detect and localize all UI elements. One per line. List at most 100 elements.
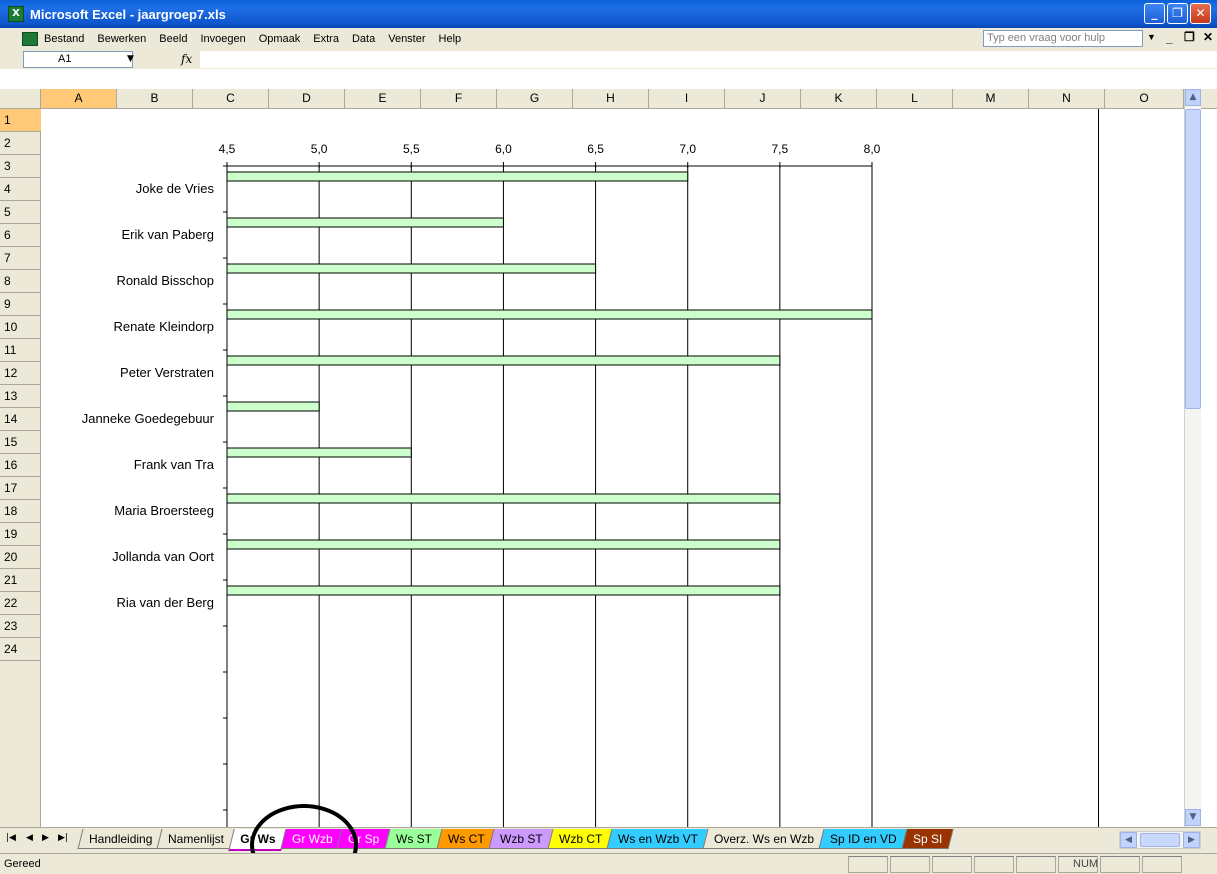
row-14[interactable]: 14 (0, 408, 41, 431)
status-panel (890, 856, 930, 873)
column-g[interactable]: G (497, 89, 573, 108)
next-sheet-icon[interactable]: ▶ (42, 833, 49, 843)
row-header: 1 2 3 4 5 6 7 8 9 10 11 12 13 14 15 16 1… (0, 109, 41, 827)
first-sheet-icon[interactable]: |◀ (6, 833, 16, 843)
column-j[interactable]: J (725, 89, 801, 108)
sheet-tab-label: Overz. Ws en Wzb (714, 832, 815, 846)
row-13[interactable]: 13 (0, 385, 41, 408)
insert-function-icon[interactable]: fx (181, 52, 192, 66)
doc-restore-icon[interactable]: ❐ (1184, 30, 1195, 44)
vertical-scroll-thumb[interactable] (1185, 109, 1201, 409)
menu-invoegen[interactable]: Invoegen (200, 33, 245, 45)
row-24[interactable]: 24 (0, 638, 41, 661)
column-m[interactable]: M (953, 89, 1029, 108)
sheet-tab-overz-ws-en-wzb[interactable]: Overz. Ws en Wzb (702, 829, 826, 849)
sheet-tab-handleiding[interactable]: Handleiding (77, 829, 164, 849)
column-o[interactable]: O (1105, 89, 1184, 108)
name-box[interactable]: A1 (23, 51, 133, 68)
column-c[interactable]: C (193, 89, 269, 108)
row-15[interactable]: 15 (0, 431, 41, 454)
row-4[interactable]: 4 (0, 178, 41, 201)
row-11[interactable]: 11 (0, 339, 41, 362)
sheet-tab-ws-ct[interactable]: Ws CT (436, 829, 496, 849)
category-label: Jollanda van Oort (112, 549, 214, 564)
row-22[interactable]: 22 (0, 592, 41, 615)
vertical-scrollbar[interactable]: ▲ ▼ (1184, 89, 1201, 827)
sheet-tab-ws-en-wzb-vt[interactable]: Ws en Wzb VT (606, 829, 710, 849)
column-d[interactable]: D (269, 89, 345, 108)
scroll-right-icon[interactable]: ▶ (1183, 832, 1200, 848)
row-9[interactable]: 9 (0, 293, 41, 316)
horizontal-scroll-thumb[interactable] (1140, 833, 1180, 847)
excel-app-icon[interactable]: X (8, 6, 24, 22)
column-f[interactable]: F (421, 89, 497, 108)
sheet-tab-wzb-ct[interactable]: Wzb CT (547, 829, 614, 849)
category-label: Ronald Bisschop (116, 273, 214, 288)
sheet-tab-label: Wzb ST (500, 832, 544, 846)
column-l[interactable]: L (877, 89, 953, 108)
bar (226, 539, 781, 550)
close-button[interactable]: ✕ (1190, 3, 1211, 24)
row-8[interactable]: 8 (0, 270, 41, 293)
workbook-icon[interactable] (22, 32, 38, 46)
prev-sheet-icon[interactable]: ◀ (26, 833, 33, 843)
menu-venster[interactable]: Venster (388, 33, 425, 45)
column-h[interactable]: H (573, 89, 649, 108)
row-18[interactable]: 18 (0, 500, 41, 523)
row-21[interactable]: 21 (0, 569, 41, 592)
menu-bestand[interactable]: Bestand (44, 33, 84, 45)
row-19[interactable]: 19 (0, 523, 41, 546)
column-k[interactable]: K (801, 89, 877, 108)
row-23[interactable]: 23 (0, 615, 41, 638)
doc-minimize-icon[interactable]: _ (1166, 31, 1173, 45)
sheet-tab-label: Ws ST (395, 832, 432, 846)
row-12[interactable]: 12 (0, 362, 41, 385)
maximize-button[interactable]: ❐ (1167, 3, 1188, 24)
column-n[interactable]: N (1029, 89, 1105, 108)
menu-bewerken[interactable]: Bewerken (97, 33, 146, 45)
scroll-up-icon[interactable]: ▲ (1185, 89, 1201, 106)
column-i[interactable]: I (649, 89, 725, 108)
chart-object[interactable]: 4,5 5,0 5,5 6,0 6,5 7,0 7,5 8,0 Joke de Vries Eri… (41, 109, 1099, 827)
row-16[interactable]: 16 (0, 454, 41, 477)
column-e[interactable]: E (345, 89, 421, 108)
last-sheet-icon[interactable]: ▶| (58, 833, 68, 843)
column-b[interactable]: B (117, 89, 193, 108)
help-search-input[interactable]: Typ een vraag voor hulp (983, 30, 1143, 47)
row-1[interactable]: 1 (0, 109, 41, 132)
x-tick-label: 6,0 (495, 142, 512, 156)
doc-close-icon[interactable]: ✕ (1203, 30, 1213, 44)
sheet-tab-sp-si[interactable]: Sp SI (901, 829, 955, 849)
row-5[interactable]: 5 (0, 201, 41, 224)
select-all-corner[interactable] (0, 89, 41, 108)
sheet-tab-wzb-st[interactable]: Wzb ST (488, 829, 555, 849)
menu-opmaak[interactable]: Opmaak (259, 33, 301, 45)
sheet-tab-label: Ws en Wzb VT (618, 832, 699, 846)
row-7[interactable]: 7 (0, 247, 41, 270)
category-label: Renate Kleindorp (114, 319, 214, 334)
row-20[interactable]: 20 (0, 546, 41, 569)
row-17[interactable]: 17 (0, 477, 41, 500)
menu-help[interactable]: Help (439, 33, 462, 45)
row-3[interactable]: 3 (0, 155, 41, 178)
row-6[interactable]: 6 (0, 224, 41, 247)
bar (226, 447, 412, 458)
row-10[interactable]: 10 (0, 316, 41, 339)
help-dropdown-icon[interactable]: ▼ (1147, 32, 1156, 42)
row-2[interactable]: 2 (0, 132, 41, 155)
sheet-tab-label: Sp ID en VD (830, 832, 898, 846)
menu-extra[interactable]: Extra (313, 33, 339, 45)
scroll-left-icon[interactable]: ◀ (1120, 832, 1137, 848)
formula-input[interactable] (200, 51, 1217, 68)
sheet-tab-ws-st[interactable]: Ws ST (384, 829, 444, 849)
sheet-tab-sp-id-en-vd[interactable]: Sp ID en VD (818, 829, 909, 849)
horizontal-scrollbar[interactable]: ◀ ▶ (1119, 831, 1201, 849)
menu-beeld[interactable]: Beeld (159, 33, 187, 45)
column-a[interactable]: A (41, 89, 117, 108)
name-box-dropdown-icon[interactable]: ▼ (127, 54, 134, 64)
scroll-down-icon[interactable]: ▼ (1185, 809, 1201, 826)
sheet-tab-label: Handleiding (89, 832, 153, 846)
menu-data[interactable]: Data (352, 33, 375, 45)
sheet-tab-namenlijst[interactable]: Namenlijst (156, 829, 236, 849)
minimize-button[interactable]: _ (1144, 3, 1165, 24)
